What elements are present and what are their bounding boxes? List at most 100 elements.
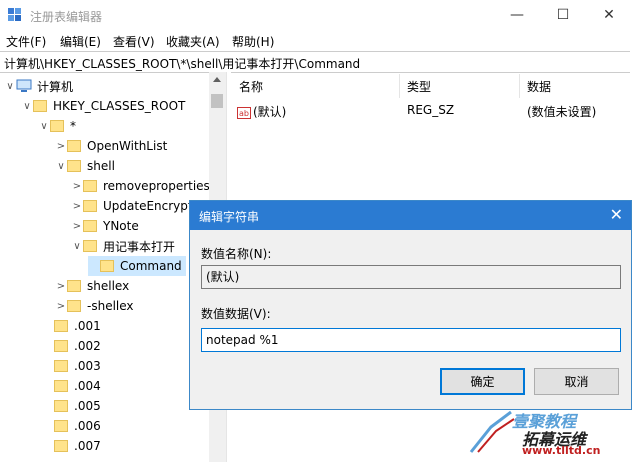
tree-item-label: .006 [74,419,101,433]
minimize-icon: — [510,7,524,23]
tree-item-computer[interactable]: ∨ 计算机 [4,76,73,96]
registry-editor-icon [8,8,21,21]
chevron-right-icon[interactable]: > [71,176,83,196]
tree-item-shell[interactable]: ∨ shell [55,156,115,176]
minimize-button[interactable]: — [494,0,540,30]
column-header-type[interactable]: 类型 [407,78,431,95]
address-path: 计算机\HKEY_CLASSES_ROOT\*\shell\用记事本打开\Com… [4,57,361,71]
tree-item-removeproperties[interactable]: > removeproperties [71,176,210,196]
value-name-field[interactable]: (默认) [201,265,621,289]
tree-item-hkcr[interactable]: ∨ HKEY_CLASSES_ROOT [21,96,185,116]
menu-favorites[interactable]: 收藏夹(A) [166,33,220,50]
menu-view[interactable]: 查看(V) [113,33,155,50]
cancel-button[interactable]: 取消 [534,368,619,395]
tree-item-star[interactable]: ∨ * [38,116,76,136]
title-bar: 注册表编辑器 — ☐ ✕ [0,0,632,30]
value-data-field[interactable]: notepad %1 [201,328,621,352]
folder-icon [67,300,81,312]
chevron-right-icon[interactable]: > [55,296,67,316]
chevron-right-icon[interactable]: > [55,136,67,156]
close-icon: ✕ [603,7,615,23]
maximize-icon: ☐ [556,7,570,23]
watermark-logo-icon [469,410,515,453]
ok-button[interactable]: 确定 [440,368,525,395]
folder-icon [83,200,97,212]
chevron-down-icon[interactable]: ∨ [71,236,83,256]
chevron-down-icon[interactable]: ∨ [38,116,50,136]
tree-item-openwithlist[interactable]: > OpenWithList [55,136,167,156]
menu-bar: 文件(F) 编辑(E) 查看(V) 收藏夹(A) 帮助(H) [0,30,632,50]
chevron-right-icon[interactable]: > [55,276,67,296]
folder-icon [54,420,68,432]
tree-item-006[interactable]: .006 [42,416,101,436]
folder-icon [50,120,64,132]
tree-item-label: .001 [74,319,101,333]
folder-icon [83,240,97,252]
folder-icon [83,220,97,232]
tree-item-ynote[interactable]: > YNote [71,216,139,236]
scroll-thumb[interactable] [211,94,223,108]
chevron-down-icon[interactable]: ∨ [21,96,33,116]
tree-item-007[interactable]: .007 [42,436,101,456]
chevron-right-icon[interactable]: > [71,196,83,216]
tree-item-label: 用记事本打开 [103,239,176,254]
tree-item-label: 计算机 [37,79,74,94]
column-header-name[interactable]: 名称 [239,78,263,95]
tree-item-002[interactable]: .002 [42,336,101,356]
column-divider[interactable] [519,74,520,98]
tree-item-001[interactable]: .001 [42,316,101,336]
tree-item-minus-shellex[interactable]: > -shellex [55,296,134,316]
tree-item-label: HKEY_CLASSES_ROOT [53,99,186,113]
tree-item-label: * [70,119,76,133]
folder-icon [54,400,68,412]
tree-item-003[interactable]: .003 [42,356,101,376]
scroll-up-icon[interactable] [213,77,221,82]
tree-item-label: YNote [103,219,139,233]
column-header-data[interactable]: 数据 [527,78,551,95]
folder-icon [67,280,81,292]
folder-icon [54,440,68,452]
dialog-title-bar[interactable]: 编辑字符串 ✕ [190,201,631,230]
address-bar[interactable]: 计算机\HKEY_CLASSES_ROOT\*\shell\用记事本打开\Com… [0,51,630,73]
chevron-right-icon[interactable]: > [71,216,83,236]
close-icon[interactable]: ✕ [610,205,623,224]
value-name-cell: ab (默认) [237,103,286,120]
folder-icon [54,380,68,392]
close-button[interactable]: ✕ [586,0,632,30]
window-title: 注册表编辑器 [30,10,103,24]
chevron-down-icon[interactable]: ∨ [4,76,16,96]
tree-item-open-with-notepad[interactable]: ∨ 用记事本打开 [71,236,175,256]
value-row-default[interactable]: ab (默认) REG_SZ (数值未设置) [237,100,627,120]
tree-item-label: OpenWithList [87,139,168,153]
folder-icon [67,160,81,172]
tree-item-command[interactable]: Command [88,256,186,276]
tree-item-005[interactable]: .005 [42,396,101,416]
computer-icon [16,79,32,92]
menu-edit[interactable]: 编辑(E) [60,33,101,50]
menu-help[interactable]: 帮助(H) [232,33,274,50]
menu-file[interactable]: 文件(F) [6,33,46,50]
tree-item-label: shell [87,159,115,173]
tree-item-label: Command [120,259,182,273]
tree-item-label: .002 [74,339,101,353]
tree-item-label: .007 [74,439,101,453]
folder-icon [83,180,97,192]
chevron-down-icon[interactable]: ∨ [55,156,67,176]
maximize-button[interactable]: ☐ [540,0,586,30]
watermark: 壹聚教程 拓幕运维 www.tlltd.cn [466,405,630,460]
tree-item-label: removeproperties [103,179,210,193]
tree-item-shellex[interactable]: > shellex [55,276,129,296]
value-type: REG_SZ [407,103,455,117]
column-divider[interactable] [399,74,400,98]
edit-string-dialog: 编辑字符串 ✕ 数值名称(N): (默认) 数值数据(V): notepad %… [189,200,632,410]
folder-icon [54,340,68,352]
folder-icon [54,320,68,332]
folder-icon [67,140,81,152]
tree-item-004[interactable]: .004 [42,376,101,396]
